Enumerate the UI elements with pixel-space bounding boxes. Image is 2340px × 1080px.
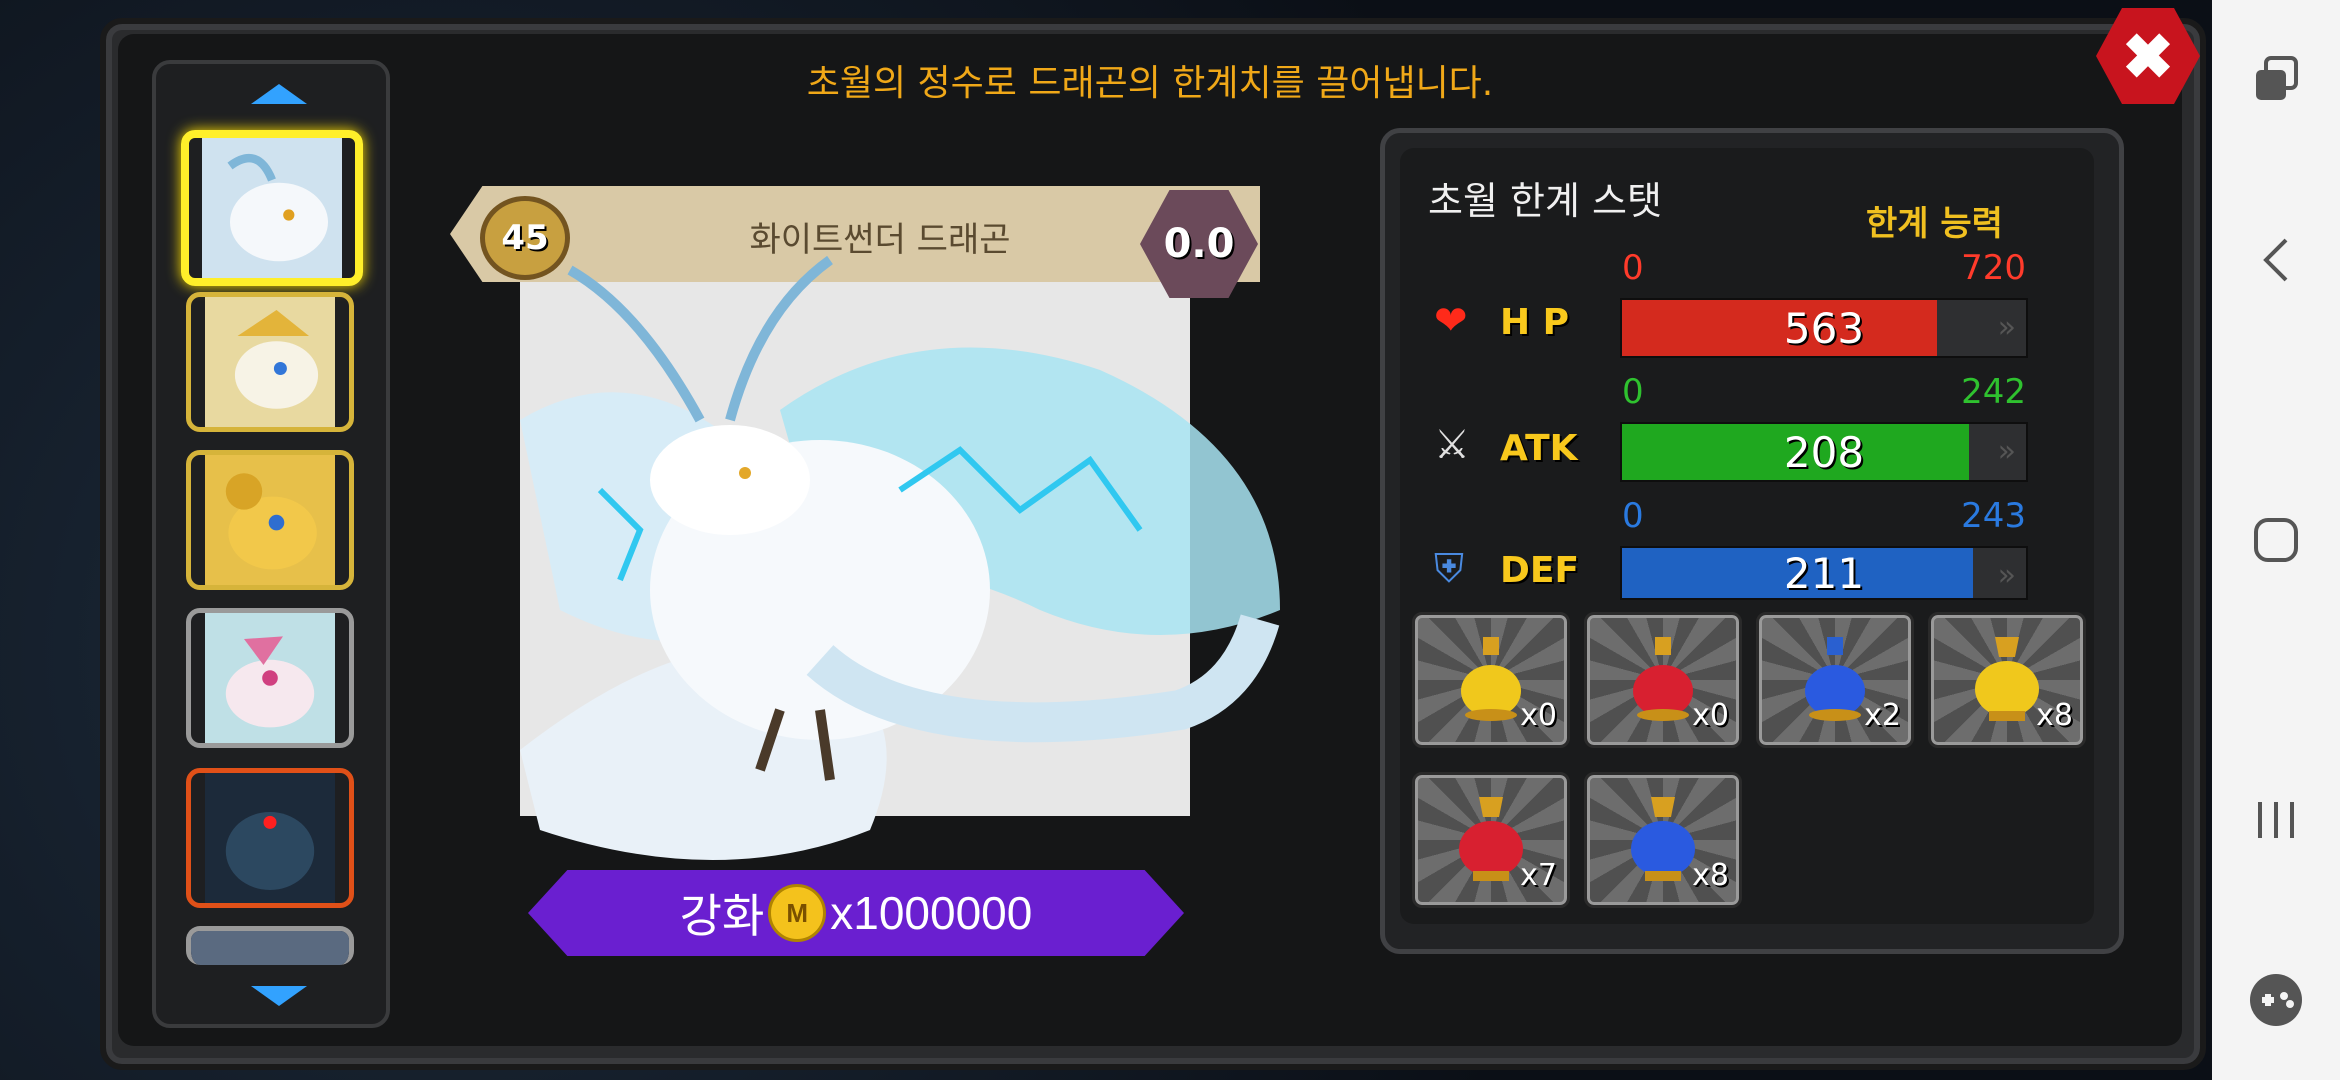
rotate-screen-icon[interactable] bbox=[2212, 30, 2340, 130]
home-icon[interactable] bbox=[2212, 490, 2340, 590]
dragon-thumb-white-thunder[interactable] bbox=[181, 130, 363, 286]
item-qty: x8 bbox=[1692, 858, 1729, 893]
stat-title: 초월 한계 스탯 bbox=[1428, 179, 1662, 223]
dragon-list[interactable] bbox=[152, 60, 390, 1028]
item-slot[interactable]: x2 bbox=[1756, 612, 1914, 748]
atk-min: 0 bbox=[1622, 372, 1644, 412]
dragon-thumb-6[interactable] bbox=[186, 926, 354, 965]
hp-bar: » 563 bbox=[1620, 298, 2028, 358]
header-message: 초월의 정수로 드래곤의 한계치를 끌어냅니다. bbox=[806, 63, 1494, 104]
dragon-portrait-icon bbox=[205, 613, 335, 743]
red-potion-icon bbox=[1633, 637, 1693, 721]
item-qty: x8 bbox=[2036, 698, 2073, 733]
def-value: 211 bbox=[1783, 548, 1865, 598]
item-slot[interactable]: x8 bbox=[1928, 612, 2086, 748]
hp-label: H P bbox=[1500, 302, 1570, 343]
atk-value: 208 bbox=[1783, 427, 1865, 477]
item-qty: x7 bbox=[1520, 858, 1557, 893]
white-dragon-portrait-icon bbox=[202, 138, 342, 278]
gold-urn-icon bbox=[1975, 637, 2039, 721]
def-label: DEF bbox=[1500, 550, 1580, 591]
atk-bar: » 208 bbox=[1620, 422, 2028, 482]
upgrade-label: 강화 bbox=[679, 890, 765, 942]
blue-potion-icon bbox=[1805, 637, 1865, 721]
limit-ability-label: 한계 능력 bbox=[1866, 204, 2003, 244]
white-thunder-dragon-icon bbox=[520, 255, 1280, 860]
def-min: 0 bbox=[1622, 496, 1644, 536]
back-icon[interactable] bbox=[2212, 210, 2340, 310]
dragon-thumb-2[interactable] bbox=[186, 292, 354, 432]
dragon-portrait-icon bbox=[191, 931, 349, 965]
item-qty: x0 bbox=[1520, 698, 1557, 733]
atk-max: 242 bbox=[1961, 372, 2026, 412]
coin-icon: M bbox=[768, 884, 827, 942]
def-max: 243 bbox=[1961, 496, 2026, 536]
item-slot[interactable]: x0 bbox=[1412, 612, 1570, 748]
scroll-up-arrow-icon[interactable] bbox=[251, 84, 307, 104]
hp-value: 563 bbox=[1783, 303, 1865, 353]
dark-dragon-portrait-icon bbox=[205, 773, 335, 903]
upgrade-button[interactable]: 강화 M x1000000 bbox=[528, 870, 1184, 956]
recent-apps-icon[interactable] bbox=[2212, 770, 2340, 870]
upgrade-cost: x1000000 bbox=[830, 887, 1033, 939]
dragon-portrait-icon bbox=[205, 297, 335, 427]
scroll-down-arrow-icon[interactable] bbox=[251, 986, 307, 1006]
yellow-potion-icon bbox=[1461, 637, 1521, 721]
crossed-swords-icon: ⚔ bbox=[1434, 422, 1470, 468]
hp-min: 0 bbox=[1622, 248, 1644, 288]
shield-icon: ⛨ bbox=[1434, 546, 1464, 592]
blue-urn-icon bbox=[1631, 797, 1695, 881]
system-nav-bar bbox=[2212, 0, 2340, 1080]
dragon-thumb-4[interactable] bbox=[186, 608, 354, 748]
dragon-thumb-3[interactable] bbox=[186, 450, 354, 590]
item-slot[interactable]: x8 bbox=[1584, 772, 1742, 908]
red-urn-icon bbox=[1459, 797, 1523, 881]
item-qty: x0 bbox=[1692, 698, 1729, 733]
item-slot[interactable]: x7 bbox=[1412, 772, 1570, 908]
def-bar: » 211 bbox=[1620, 546, 2028, 600]
dragon-portrait-icon bbox=[205, 455, 335, 585]
dragon-thumb-5[interactable] bbox=[186, 768, 354, 908]
item-grid: x0 x0 x2 x8 x7 x8 bbox=[1412, 612, 2092, 912]
heart-icon: ❤ bbox=[1434, 298, 1468, 344]
item-slot[interactable]: x0 bbox=[1584, 612, 1742, 748]
atk-label: ATK bbox=[1500, 428, 1578, 469]
game-controller-icon[interactable] bbox=[2212, 950, 2340, 1050]
hp-max: 720 bbox=[1961, 248, 2026, 288]
item-qty: x2 bbox=[1864, 698, 1901, 733]
